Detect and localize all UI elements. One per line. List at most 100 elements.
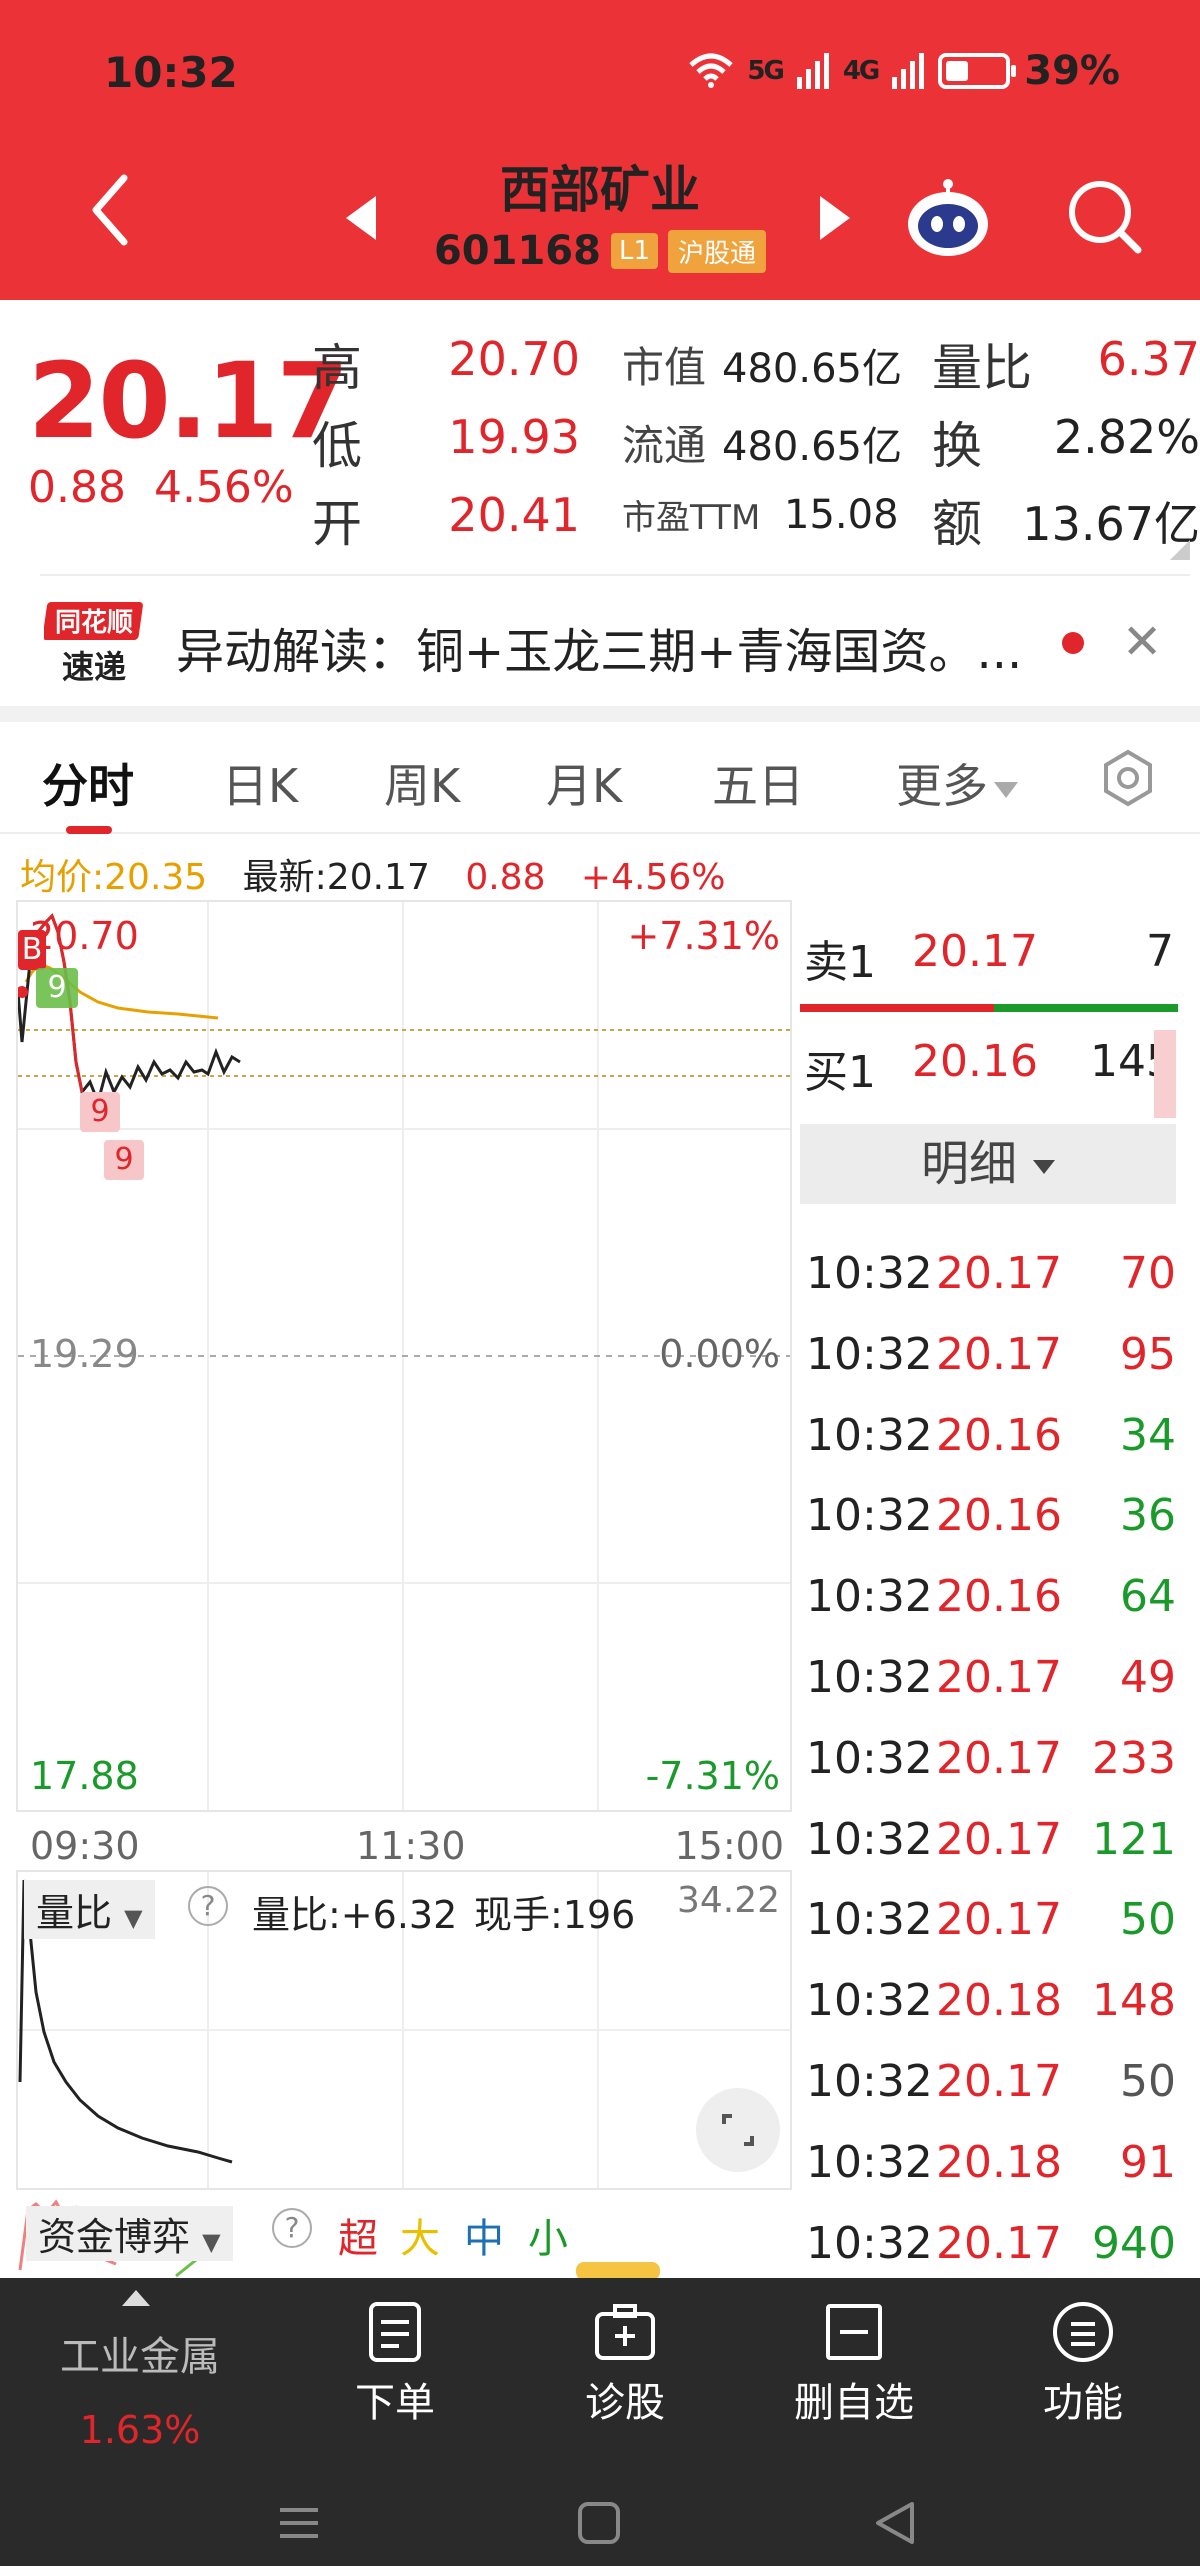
nav-functions[interactable]: 功能 bbox=[1028, 2300, 1138, 2428]
low-label: 低 bbox=[312, 417, 362, 475]
connect-tag: 沪股通 bbox=[668, 229, 767, 273]
tick-row: 10:32 20.18 148 bbox=[806, 1975, 1176, 2026]
tick-row: 10:32 20.17 95 bbox=[806, 1329, 1176, 1380]
tick-volume: 34 bbox=[1120, 1409, 1176, 1461]
nav-functions-label: 功能 bbox=[1043, 2380, 1123, 2426]
tick-price: 20.17 bbox=[936, 2056, 1062, 2107]
sector-name: 工业金属 bbox=[60, 2334, 220, 2380]
nav-remove-watchlist[interactable]: 删自选 bbox=[784, 2300, 924, 2428]
close-icon[interactable]: ✕ bbox=[1122, 614, 1162, 670]
help-icon[interactable]: ? bbox=[188, 1886, 228, 1926]
chart-prev-close: 19.29 bbox=[30, 1332, 139, 1376]
tick-price: 20.18 bbox=[936, 2136, 1062, 2188]
tick-time: 10:32 bbox=[806, 1732, 933, 1784]
intraday-chart[interactable]: 20.70 +7.31% 19.29 0.00% 17.88 -7.31% B … bbox=[16, 900, 792, 1812]
remove-square-icon bbox=[826, 2304, 882, 2360]
latest-price: 最新:20.17 bbox=[242, 857, 430, 898]
vr-value: 6.37 bbox=[1097, 332, 1200, 386]
sell1-vol: 7 bbox=[1146, 926, 1174, 977]
fund-flow-selector[interactable]: 资金博弈 ▼ bbox=[26, 2206, 233, 2261]
turnover-value: 2.82% bbox=[1053, 410, 1200, 464]
tick-row: 10:32 20.17 49 bbox=[806, 1652, 1176, 1703]
tick-time: 10:32 bbox=[806, 2136, 933, 2188]
expand-corner-icon[interactable] bbox=[1170, 540, 1190, 560]
open-value: 20.41 bbox=[448, 488, 580, 542]
news-logo: 同花顺 速递 bbox=[44, 602, 143, 686]
tick-price: 20.17 bbox=[936, 1894, 1062, 1946]
high-value: 20.70 bbox=[448, 332, 580, 386]
settings-icon[interactable] bbox=[1098, 748, 1158, 808]
recent-apps-icon[interactable] bbox=[274, 2498, 324, 2548]
tick-volume: 233 bbox=[1092, 1732, 1176, 1784]
tab-five-day[interactable]: 五日 bbox=[712, 750, 804, 816]
turnover-label: 换 bbox=[932, 417, 982, 475]
section-gap bbox=[0, 706, 1200, 722]
tick-time: 10:32 bbox=[806, 1328, 933, 1380]
stock-name: 西部矿业 bbox=[500, 161, 700, 219]
low-value: 19.93 bbox=[448, 410, 580, 464]
sell1-label: 卖1 bbox=[804, 937, 876, 988]
buy-marker[interactable]: B bbox=[18, 930, 46, 970]
tab-intraday[interactable]: 分时 bbox=[42, 750, 134, 816]
tick-volume: 121 bbox=[1092, 1813, 1176, 1865]
volume-ratio-selector[interactable]: 量比 ▼ bbox=[24, 1880, 155, 1939]
tab-daily-k[interactable]: 日K bbox=[222, 750, 298, 816]
chart-high-price: 20.70 bbox=[30, 914, 139, 958]
level-tag: L1 bbox=[610, 233, 658, 269]
tick-price: 20.16 bbox=[936, 1571, 1062, 1623]
detail-button-label: 明细 bbox=[920, 1136, 1017, 1192]
tab-weekly-k[interactable]: 周K bbox=[384, 750, 460, 816]
pe-value: 15.08 bbox=[784, 492, 899, 538]
battery-level: 39% bbox=[1024, 48, 1120, 94]
mcap-value: 480.65亿 bbox=[722, 346, 902, 392]
help-icon[interactable]: ? bbox=[272, 2208, 312, 2248]
nav-diagnose[interactable]: 诊股 bbox=[570, 2300, 680, 2428]
tick-price: 20.17 bbox=[936, 1248, 1062, 1299]
status-time: 10:32 bbox=[104, 48, 238, 97]
robot-assistant-icon[interactable] bbox=[906, 176, 990, 260]
time-close: 15:00 bbox=[674, 1824, 784, 1868]
float-label: 流通 bbox=[622, 421, 707, 470]
sector-button[interactable]: 工业金属 1.63% bbox=[40, 2290, 240, 2452]
time-axis: 09:30 11:30 15:00 bbox=[16, 1818, 792, 1874]
nav-order[interactable]: 下单 bbox=[340, 2300, 450, 2428]
tab-monthly-k[interactable]: 月K bbox=[546, 750, 622, 816]
volume-ratio-panel[interactable]: 量比 ▼ ? 量比:+6.32 现手:196 34.22 bbox=[16, 1870, 792, 2190]
signal-marker[interactable]: 9 bbox=[36, 968, 78, 1008]
fund-flow-selector-label: 资金博弈 bbox=[38, 2215, 191, 2259]
fund-small: 小 bbox=[528, 2216, 568, 2262]
nav-diagnose-label: 诊股 bbox=[585, 2380, 665, 2426]
volume-ratio-selector-label: 量比 bbox=[36, 1891, 113, 1935]
vr-label: 量比 bbox=[932, 339, 1032, 397]
news-text[interactable]: 异动解读：铜+玉龙三期+青海国资。... bbox=[176, 612, 1022, 682]
news-logo-line2: 速递 bbox=[62, 648, 126, 686]
tick-price: 20.17 bbox=[936, 1652, 1062, 1703]
buy-strength-bar bbox=[800, 1004, 994, 1012]
fullscreen-icon[interactable] bbox=[696, 2088, 780, 2172]
tick-row: 10:32 20.17 233 bbox=[806, 1733, 1176, 1784]
tick-volume: 50 bbox=[1120, 2056, 1176, 2107]
search-icon[interactable] bbox=[1064, 176, 1144, 256]
price-change: 0.88 4.56% bbox=[28, 462, 294, 513]
latest-pct: +4.56% bbox=[580, 857, 726, 898]
fund-flow-panel[interactable]: 资金博弈 ▼ ? 超 大 中 小 bbox=[16, 2190, 792, 2280]
signal-5g-icon: 5G bbox=[747, 56, 784, 86]
tick-volume: 36 bbox=[1120, 1490, 1176, 1542]
medical-kit-icon bbox=[595, 2304, 655, 2360]
detail-button[interactable]: 明细 bbox=[800, 1124, 1176, 1204]
chevron-down-icon bbox=[1033, 1160, 1055, 1174]
signal-marker-2[interactable]: 9 bbox=[80, 1092, 120, 1132]
home-icon[interactable] bbox=[574, 2498, 624, 2548]
tick-volume: 148 bbox=[1092, 1975, 1176, 2027]
tick-time: 10:32 bbox=[806, 1571, 933, 1623]
back-nav-icon[interactable] bbox=[870, 2498, 920, 2548]
signal-marker-3[interactable]: 9 bbox=[104, 1140, 144, 1180]
tick-time: 10:32 bbox=[806, 1894, 933, 1946]
signal-bars-icon bbox=[796, 53, 829, 89]
fund-super: 超 bbox=[338, 2216, 378, 2262]
stock-subtitle: 601168 L1 沪股通 bbox=[0, 228, 1200, 274]
fund-mid: 中 bbox=[464, 2216, 504, 2262]
current-hand: 现手:196 bbox=[474, 1893, 636, 1937]
tab-more[interactable]: 更多 bbox=[896, 750, 1018, 816]
chevron-down-icon: ▼ bbox=[124, 1904, 143, 1932]
